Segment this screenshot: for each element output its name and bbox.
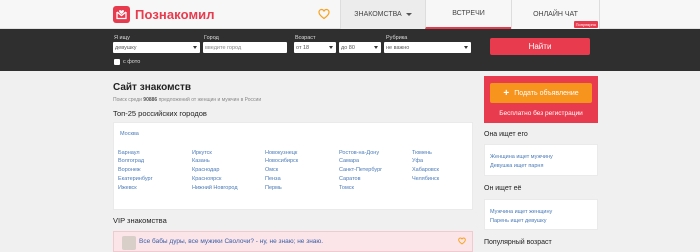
nav-meetings[interactable]: ВСТРЕЧИ (425, 0, 511, 29)
popular-age-title: Популярный возраст (484, 239, 552, 246)
city-link[interactable]: Омск (265, 167, 278, 173)
popular-badge: Популярно (573, 21, 598, 28)
top-header: Познакомил ЗНАКОМСТВА ВСТРЕЧИ ОНЛАЙН ЧАТ… (0, 0, 700, 29)
search-bar: Я ищу девушку Город введите город Возрас… (0, 29, 700, 71)
favorites-heart-icon[interactable] (318, 8, 330, 20)
category-label: Рубрика (386, 35, 408, 41)
page-title: Сайт знакомств (113, 82, 192, 93)
city-link[interactable]: Новосибирск (265, 158, 298, 164)
seeking-label: Я ищу (114, 35, 130, 41)
vip-title: VIP знакомства (113, 216, 167, 225)
category-value: не важно (386, 44, 410, 51)
seeking-select[interactable]: девушку (113, 42, 200, 53)
plus-icon: + (503, 87, 510, 99)
city-link[interactable]: Санкт-Петербург (339, 167, 382, 173)
logo-text: Познакомил (135, 6, 215, 22)
vip-listing-text[interactable]: Все бабы дуры, все мужики Сволочи? - ну,… (139, 238, 323, 245)
city-link[interactable]: Ижевск (118, 185, 137, 191)
city-link[interactable]: Саратов (339, 176, 361, 182)
city-link[interactable]: Нижний Новгород (192, 185, 238, 191)
find-button[interactable]: Найти (490, 38, 590, 55)
top-cities-title: Топ-25 российских городов (113, 109, 207, 118)
city-link[interactable]: Ростов-на-Дону (339, 150, 379, 156)
city-link[interactable]: Хабаровск (412, 167, 439, 173)
add-listing-label: Подать объявление (514, 89, 579, 97)
logo-envelope-icon (113, 5, 130, 23)
age-to-select[interactable]: до 80 (339, 42, 381, 53)
chevron-down-icon (374, 46, 378, 49)
age-to-value: до 80 (341, 44, 355, 51)
summary-count: 90886 (143, 97, 158, 103)
chevron-down-icon (464, 46, 468, 49)
he-seeks-title: Он ищет её (484, 185, 522, 192)
city-placeholder: введите город (205, 44, 242, 51)
city-link[interactable]: Томск (339, 185, 354, 191)
favorite-heart-icon[interactable] (458, 237, 466, 245)
nav-online-chat-label: ОНЛАЙН ЧАТ (533, 11, 578, 18)
main-nav: ЗНАКОМСТВА ВСТРЕЧИ ОНЛАЙН ЧАТ Популярно (340, 0, 600, 29)
free-registration-text: Бесплатно без регистрации (499, 110, 583, 117)
city-link[interactable]: Иркутск (192, 150, 212, 156)
city-link[interactable]: Пермь (265, 185, 282, 191)
nav-dating[interactable]: ЗНАКОМСТВА (340, 0, 425, 29)
nav-meetings-label: ВСТРЕЧИ (452, 10, 485, 17)
city-label: Город (204, 35, 219, 41)
promo-panel: + Подать объявление Бесплатно без регист… (484, 76, 598, 123)
city-link[interactable]: Новокузнецк (265, 150, 297, 156)
city-link[interactable]: Пенза (265, 176, 281, 182)
city-link[interactable]: Самара (339, 158, 359, 164)
city-link[interactable]: Краснодар (192, 167, 219, 173)
chevron-down-icon (193, 46, 197, 49)
city-link-moscow[interactable]: Москва (120, 131, 139, 137)
age-from-value: от 18 (296, 44, 310, 51)
she-seeks-link[interactable]: Девушка ищет парня (490, 163, 543, 169)
city-link[interactable]: Казань (192, 158, 210, 164)
cities-panel: Москва Барнаул Волгоград Воронеж Екатери… (113, 122, 473, 210)
add-listing-button[interactable]: + Подать объявление (490, 83, 592, 103)
he-seeks-link[interactable]: Парень ищет девушку (490, 218, 546, 224)
he-seeks-box: Мужчина ищет женщину Парень ищет девушку (484, 199, 598, 230)
city-input[interactable]: введите город (203, 42, 287, 53)
city-link[interactable]: Воронеж (118, 167, 141, 173)
search-summary: Поиск среди 90886 предложений от женщин … (113, 97, 261, 103)
photo-checkbox-label: с фото (123, 59, 141, 65)
summary-prefix: Поиск среди (113, 97, 142, 103)
photo-checkbox[interactable] (114, 59, 120, 65)
age-from-select[interactable]: от 18 (294, 42, 336, 53)
he-seeks-link[interactable]: Мужчина ищет женщину (490, 209, 552, 215)
vip-listing[interactable]: Все бабы дуры, все мужики Сволочи? - ну,… (113, 231, 473, 252)
summary-suffix: предложений от женщин и мужчин в России (158, 97, 262, 103)
city-link[interactable]: Челябинск (412, 176, 439, 182)
city-link[interactable]: Тюмень (412, 150, 432, 156)
city-link[interactable]: Екатеринбург (118, 176, 153, 182)
category-select[interactable]: не важно (384, 42, 471, 53)
chevron-down-icon (329, 46, 333, 49)
city-link[interactable]: Волгоград (118, 158, 144, 164)
nav-dating-label: ЗНАКОМСТВА (354, 11, 402, 18)
she-seeks-title: Она ищет его (484, 131, 528, 138)
logo[interactable]: Познакомил (113, 5, 215, 23)
she-seeks-box: Женщина ищет мужчину Девушка ищет парня (484, 144, 598, 176)
avatar (122, 236, 136, 250)
chevron-down-icon (405, 13, 412, 16)
seeking-value: девушку (115, 44, 137, 51)
city-link[interactable]: Красноярск (192, 176, 221, 182)
city-link[interactable]: Уфа (412, 158, 423, 164)
age-label: Возраст (295, 35, 316, 41)
city-link[interactable]: Барнаул (118, 150, 140, 156)
nav-online-chat[interactable]: ОНЛАЙН ЧАТ Популярно (511, 0, 600, 29)
she-seeks-link[interactable]: Женщина ищет мужчину (490, 154, 553, 160)
